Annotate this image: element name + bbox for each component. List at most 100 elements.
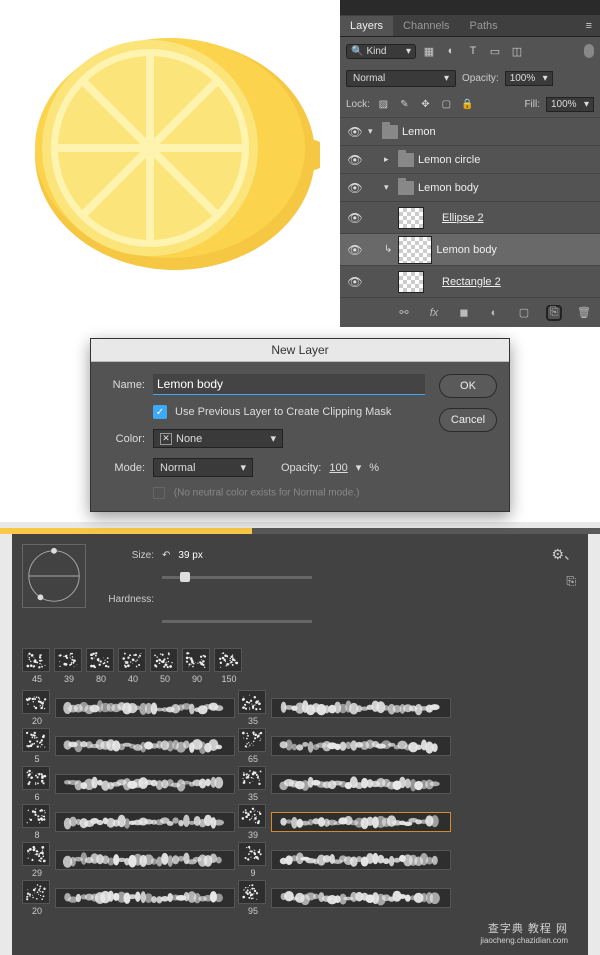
size-value[interactable]: 39 px <box>178 550 202 561</box>
disclosure-icon[interactable]: ▾ <box>384 182 394 193</box>
filter-pixel-icon[interactable]: ▦ <box>420 42 438 60</box>
layer-label: Ellipse 2 <box>442 212 484 224</box>
tab-layers[interactable]: Layers <box>340 16 393 36</box>
visibility-icon[interactable]: 👁 <box>346 181 364 195</box>
brush-stroke-preview[interactable] <box>271 736 451 756</box>
lock-position-icon[interactable]: ✥ <box>418 97 433 112</box>
mode-label: Mode: <box>105 462 145 474</box>
brush-tooltip: Dry Brush 1 #2 <box>382 831 451 832</box>
visibility-icon[interactable]: 👁 <box>346 153 364 167</box>
lock-artboard-icon[interactable]: ▢ <box>439 97 454 112</box>
folder-icon <box>398 181 414 195</box>
brush-stroke-preview[interactable] <box>271 774 451 794</box>
neutral-note: (No neutral color exists for Normal mode… <box>174 488 360 499</box>
brush-stroke-preview[interactable] <box>55 736 235 756</box>
disclosure-icon[interactable]: ▾ <box>368 126 378 137</box>
brush-preset[interactable]: 65 <box>238 728 268 764</box>
hardness-slider[interactable] <box>162 620 312 623</box>
cancel-button[interactable]: Cancel <box>439 408 497 432</box>
tab-channels[interactable]: Channels <box>393 16 459 36</box>
brush-stroke-preview[interactable] <box>55 812 235 832</box>
brush-stroke-preview[interactable]: Dry Brush 1 #2 <box>271 812 451 832</box>
gear-icon[interactable]: ⚙、 <box>551 544 578 564</box>
layer-name-input[interactable] <box>153 374 425 395</box>
brush-stroke-preview[interactable] <box>55 774 235 794</box>
brush-preset[interactable]: 39 <box>54 648 84 684</box>
visibility-icon[interactable]: 👁 <box>346 211 364 225</box>
brush-preset[interactable]: 50 <box>150 648 180 684</box>
blend-mode-select[interactable]: Normal▾ <box>346 70 456 87</box>
brush-preset[interactable]: 35 <box>238 766 268 802</box>
fill-input[interactable]: 100%▾ <box>546 97 594 112</box>
brush-angle-preview[interactable] <box>22 544 86 608</box>
brush-stroke-preview[interactable] <box>55 850 235 870</box>
opacity-input[interactable]: 100%▾ <box>505 71 553 86</box>
layer-group-new-icon[interactable]: ▢ <box>516 305 532 321</box>
visibility-icon[interactable]: 👁 <box>346 275 364 289</box>
brush-stroke-preview[interactable] <box>271 888 451 908</box>
brush-preset[interactable]: 80 <box>86 648 116 684</box>
brush-preset[interactable]: 45 <box>22 648 52 684</box>
size-label: Size: <box>100 550 154 561</box>
new-preset-icon[interactable]: ⎘ <box>566 574 576 589</box>
layer-filter-kind[interactable]: 🔍Kind▾ <box>346 44 416 59</box>
layer-fx-icon[interactable]: fx <box>426 305 442 321</box>
filter-adjust-icon[interactable]: ◐ <box>442 42 460 60</box>
disclosure-icon[interactable]: ▸ <box>384 154 394 165</box>
lock-transparency-icon[interactable]: ▨ <box>376 97 391 112</box>
brush-preset[interactable]: 6 <box>22 766 52 802</box>
brush-stroke-preview[interactable] <box>55 698 235 718</box>
layer-lemon-body[interactable]: 👁 ↳ Lemon body <box>340 233 600 265</box>
layer-group-lemon[interactable]: 👁 ▾ Lemon <box>340 117 600 145</box>
panel-menu-icon[interactable]: ≡ <box>578 16 600 36</box>
visibility-icon[interactable]: 👁 <box>346 125 364 139</box>
lock-pixels-icon[interactable]: ✎ <box>397 97 412 112</box>
brush-stroke-preview[interactable] <box>55 888 235 908</box>
reset-size-icon[interactable]: ↶ <box>162 550 170 561</box>
visibility-icon[interactable]: 👁 <box>346 243 364 257</box>
brush-preset[interactable]: 150 <box>214 648 244 684</box>
filter-toggle[interactable] <box>584 44 594 58</box>
filter-type-icon[interactable]: T <box>464 42 482 60</box>
new-layer-icon[interactable]: ⎘ <box>546 305 562 321</box>
filter-smart-icon[interactable]: ◫ <box>508 42 526 60</box>
brush-preset[interactable]: 40 <box>118 648 148 684</box>
layer-mask-icon[interactable]: ◼ <box>456 305 472 321</box>
adjustment-layer-icon[interactable]: ◐ <box>486 305 502 321</box>
brush-preset[interactable]: 5 <box>22 728 52 764</box>
brush-preset[interactable]: 9 <box>238 842 268 878</box>
delete-layer-icon[interactable]: 🗑 <box>576 305 592 321</box>
lock-all-icon[interactable]: 🔒 <box>460 97 475 112</box>
brush-preset[interactable]: 20 <box>22 880 52 916</box>
opacity-label: Opacity: <box>281 462 321 474</box>
layer-ellipse-2[interactable]: 👁 Ellipse 2 <box>340 201 600 233</box>
layer-thumbnail <box>398 271 424 293</box>
brush-preset[interactable]: 8 <box>22 804 52 840</box>
smart-object-icon <box>428 213 438 223</box>
hardness-label: Hardness: <box>100 594 154 605</box>
brush-preset[interactable]: 29 <box>22 842 52 878</box>
tab-paths[interactable]: Paths <box>460 16 508 36</box>
percent-label: % <box>369 462 379 474</box>
opacity-value-input[interactable]: 100 <box>329 462 347 474</box>
brush-preset[interactable]: 35 <box>238 690 268 726</box>
link-layers-icon[interactable]: ⚯ <box>396 305 412 321</box>
brush-preset[interactable]: 20 <box>22 690 52 726</box>
fill-label: Fill: <box>524 99 540 110</box>
canvas-area <box>0 0 340 290</box>
color-select[interactable]: ✕ None▾ <box>153 429 283 448</box>
mode-select[interactable]: Normal▾ <box>153 458 253 477</box>
brush-preset[interactable]: 90 <box>182 648 212 684</box>
layer-rectangle-2[interactable]: 👁 Rectangle 2 <box>340 265 600 297</box>
brush-preset[interactable]: 39 <box>238 804 268 840</box>
layer-list: 👁 ▾ Lemon 👁 ▸ Lemon circle 👁 ▾ Lemon bod… <box>340 117 600 297</box>
layer-group-circle[interactable]: 👁 ▸ Lemon circle <box>340 145 600 173</box>
brush-preset[interactable]: 95 <box>238 880 268 916</box>
brush-stroke-preview[interactable] <box>271 850 451 870</box>
filter-shape-icon[interactable]: ▭ <box>486 42 504 60</box>
ok-button[interactable]: OK <box>439 374 497 398</box>
size-slider[interactable] <box>162 576 312 579</box>
layer-group-body[interactable]: 👁 ▾ Lemon body <box>340 173 600 201</box>
brush-stroke-preview[interactable] <box>271 698 451 718</box>
clipping-mask-checkbox[interactable]: ✓ <box>153 405 167 419</box>
